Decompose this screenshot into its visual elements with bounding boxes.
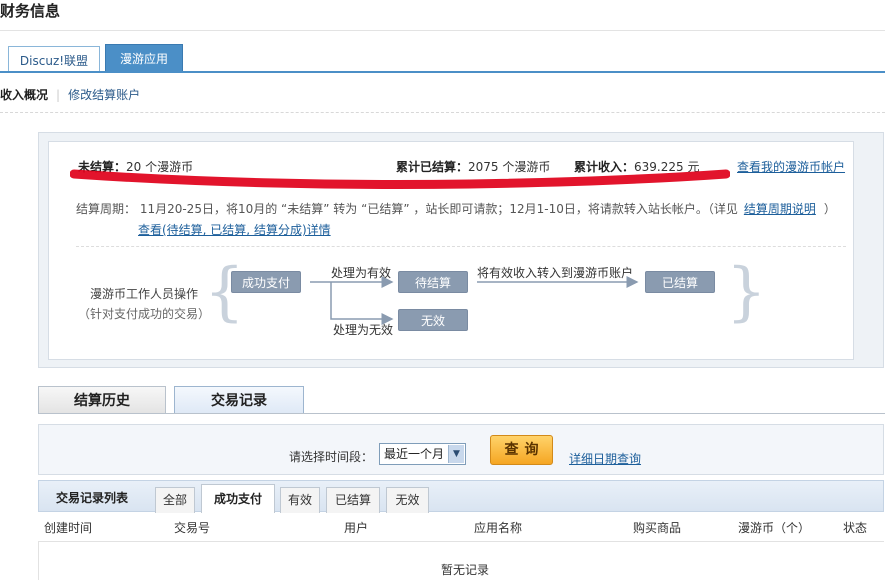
filter-settled[interactable]: 已结算 (326, 487, 380, 513)
subnav-edit-account-link[interactable]: 修改结算账户 (68, 88, 140, 102)
table-left-border (38, 542, 39, 580)
query-button[interactable]: 查询 (490, 435, 553, 465)
tabs-underline (0, 71, 885, 73)
red-highlight-stroke (70, 169, 730, 190)
filter-invalid[interactable]: 无效 (386, 487, 429, 513)
cycle-explain-link[interactable]: 结算周期说明 (744, 202, 816, 216)
tab-discuz-union[interactable]: Discuz!联盟 (8, 46, 100, 73)
subnav-divider (0, 112, 885, 113)
subnav: 收入概况 | 修改结算账户 (0, 86, 140, 103)
col-trade-no: 交易号 (174, 521, 211, 535)
flow-actor: 漫游币工作人员操作 （针对支付成功的交易） (76, 284, 212, 324)
flow-to-valid: 处理为有效 (331, 266, 392, 280)
flow-box-settled: 已结算 (645, 271, 715, 293)
record-tabs-underline (38, 413, 885, 414)
cycle-close-paren: ） (823, 202, 836, 216)
filter-success[interactable]: 成功支付 (201, 484, 275, 513)
subnav-income-overview[interactable]: 收入概况 (0, 88, 48, 102)
settlement-cycle-text: 结算周期： 11月20-25日，将10月的 “未结算” 转为 “已结算” ，站长… (76, 200, 836, 217)
flow-divider (76, 246, 846, 247)
trade-list-title: 交易记录列表 (56, 491, 129, 505)
col-created-time: 创建时间 (44, 521, 93, 535)
date-query-link[interactable]: 详细日期查询 (569, 452, 641, 466)
col-coins: 漫游币（个） (738, 521, 811, 535)
flow-box-pending: 待结算 (398, 271, 468, 293)
col-product: 购买商品 (633, 521, 682, 535)
period-select[interactable]: 最近一个月 ▼ (379, 443, 466, 465)
right-brace: } (726, 255, 767, 329)
settlement-detail-link[interactable]: 查看(待结算, 已结算, 结算分成)详情 (138, 223, 331, 237)
page-title: 财务信息 (0, 2, 61, 20)
col-user: 用户 (344, 521, 369, 535)
period-label: 请选择时间段： (289, 450, 374, 464)
tab-settlement-history[interactable]: 结算历史 (38, 386, 166, 414)
flow-box-invalid: 无效 (398, 309, 468, 331)
flow-to-invalid: 处理为无效 (333, 323, 394, 337)
flow-transfer: 将有效收入转入到漫游币账户 (477, 266, 634, 280)
period-select-value: 最近一个月 (384, 447, 445, 461)
account-link-wrap: 查看我的漫游币帐户 (737, 158, 845, 175)
col-status: 状态 (843, 521, 868, 535)
col-app-name: 应用名称 (474, 521, 523, 535)
empty-state: 暂无记录 (441, 563, 490, 577)
filter-valid[interactable]: 有效 (280, 487, 320, 513)
tab-trade-records[interactable]: 交易记录 (174, 386, 304, 414)
subnav-separator: | (56, 88, 61, 102)
view-account-link[interactable]: 查看我的漫游币帐户 (737, 160, 845, 174)
title-divider (0, 30, 885, 31)
chevron-down-icon[interactable]: ▼ (448, 445, 464, 463)
filter-all[interactable]: 全部 (155, 487, 195, 513)
flow-actor-title: 漫游币工作人员操作 (89, 287, 198, 301)
tab-manyou-apps[interactable]: 漫游应用 (105, 44, 183, 72)
flow-actor-note: （针对支付成功的交易） (77, 307, 210, 321)
flow-box-success: 成功支付 (231, 271, 301, 293)
cycle-description: 结算周期： 11月20-25日，将10月的 “未结算” 转为 “已结算” ，站长… (76, 202, 738, 216)
